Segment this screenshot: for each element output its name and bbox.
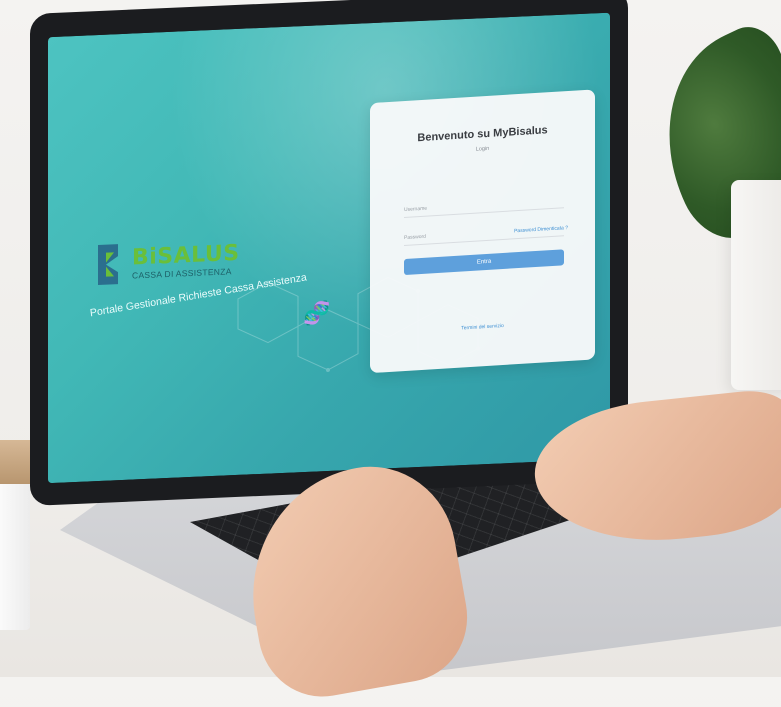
password-placeholder: Password	[404, 233, 426, 242]
enter-button[interactable]: Entra	[404, 249, 564, 276]
jar-lid	[0, 440, 34, 484]
screen: BiSALUS CASSA DI ASSISTENZA Portale Gest…	[48, 12, 610, 484]
photo-scene: BiSALUS CASSA DI ASSISTENZA Portale Gest…	[0, 0, 781, 707]
forgot-password-link[interactable]: Password Dimenticata ?	[514, 225, 568, 234]
brand-name: BiSALUS	[132, 240, 240, 271]
username-field[interactable]: Username	[404, 191, 564, 219]
plant-pot	[731, 180, 781, 390]
username-placeholder: Username	[404, 205, 428, 214]
bisalus-logo-icon	[98, 244, 118, 286]
dna-helix-icon: 🧬	[303, 299, 331, 327]
laptop-lid: BiSALUS CASSA DI ASSISTENZA Portale Gest…	[30, 0, 628, 507]
login-card: Benvenuto su MyBisalus Login Username Pa…	[370, 89, 595, 374]
terms-of-service-link[interactable]: Termini del servizio	[370, 317, 595, 337]
brand-block: BiSALUS CASSA DI ASSISTENZA	[92, 237, 240, 287]
password-field[interactable]: Password Password Dimenticata ?	[404, 219, 568, 247]
brand-logo: BiSALUS CASSA DI ASSISTENZA	[92, 237, 240, 287]
